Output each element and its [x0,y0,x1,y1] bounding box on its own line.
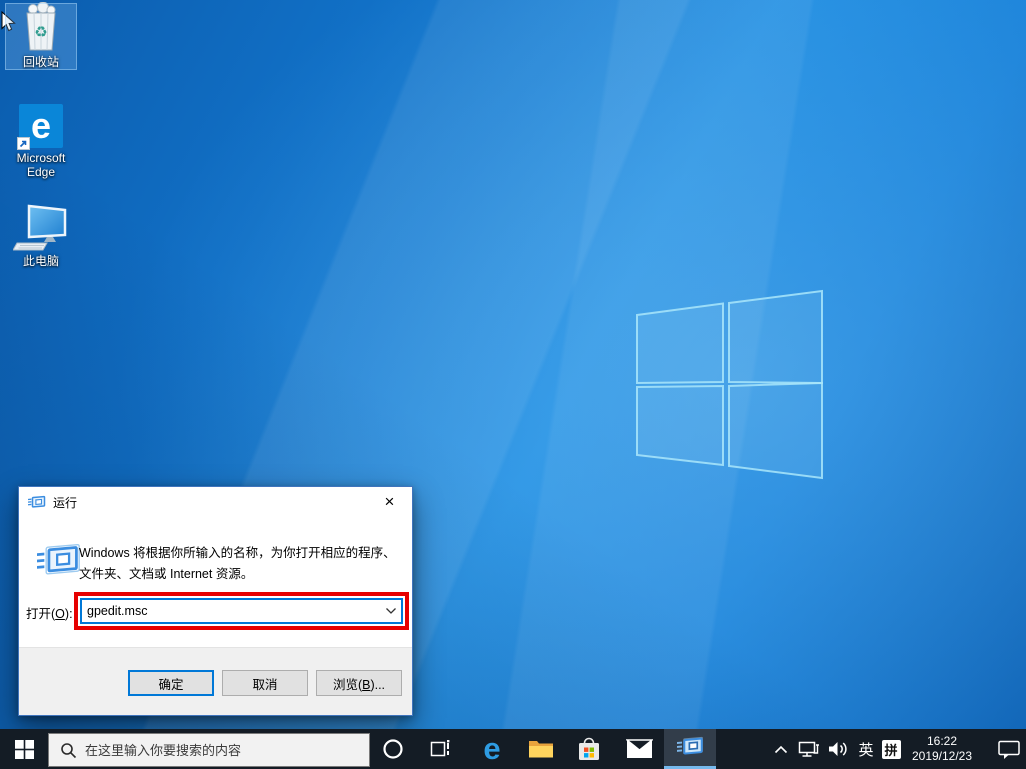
action-center-icon [997,739,1021,760]
edge-icon: e [483,732,500,766]
cortana-icon [382,738,404,760]
search-input[interactable] [85,743,369,758]
clock-date: 2019/12/23 [896,749,988,764]
file-explorer-button[interactable] [519,729,563,769]
desktop-icon-label: Microsoft Edge [6,151,76,179]
edge-icon: e [6,100,76,148]
run-dialog: 运行 × Windows 将根据你所输入的名称，为你打开相应的程序、 文件夹、文… [18,486,413,716]
volume-button[interactable] [825,729,851,769]
cortana-button[interactable] [371,729,415,769]
ime-language-indicator[interactable]: 英 [854,729,878,769]
run-dialog-footer: 确定 取消 浏览(B)... [19,647,412,715]
open-field-label: 打开(O): [26,603,73,622]
desktop-icon-label: 回收站 [6,55,76,69]
desktop-wallpaper: ♻ 回收站 e Microsoft Edge [0,0,1026,729]
edge-taskbar-button[interactable]: e [470,729,514,769]
desktop-icon-this-pc[interactable]: 此电脑 [6,203,76,268]
svg-text:♻: ♻ [34,24,47,41]
network-ethernet-icon [798,740,820,758]
run-app-icon [28,495,46,510]
windows-logo-icon [15,740,34,759]
clock[interactable]: 16:22 2019/12/23 [896,729,988,769]
task-view-button[interactable] [419,729,463,769]
screen: ♻ 回收站 e Microsoft Edge [0,0,1026,769]
file-explorer-icon [528,738,554,760]
task-view-icon [430,739,452,759]
mail-button[interactable] [617,729,661,769]
run-command-combobox[interactable] [80,598,403,624]
close-icon[interactable]: × [367,487,412,516]
shortcut-arrow-icon [17,137,30,150]
run-taskbar-button-active[interactable] [664,729,716,769]
run-dialog-description: Windows 将根据你所输入的名称，为你打开相应的程序、 文件夹、文档或 In… [79,543,404,585]
microsoft-store-button[interactable] [567,729,611,769]
description-line-1: Windows 将根据你所输入的名称，为你打开相应的程序、 [79,543,404,564]
network-status-button[interactable] [796,729,822,769]
run-body-icon [37,542,81,580]
wallpaper-windows-logo-graphic [600,270,850,500]
run-dialog-title: 运行 [53,494,77,511]
microsoft-store-icon [577,736,601,762]
this-pc-icon [6,203,76,251]
mail-icon [626,739,653,759]
desktop-icon-microsoft-edge[interactable]: e Microsoft Edge [6,100,76,179]
ime-language-label: 英 [858,739,873,760]
tray-chevron-up-button[interactable] [769,729,793,769]
desktop-icon-recycle-bin[interactable]: ♻ 回收站 [6,4,76,69]
recycle-bin-icon: ♻ [6,4,76,52]
run-command-input[interactable] [82,604,381,618]
chevron-down-icon[interactable] [381,600,401,622]
taskbar: e [0,729,1026,769]
taskbar-search-box[interactable] [48,733,370,767]
chevron-up-icon [774,745,788,754]
cancel-button[interactable]: 取消 [222,670,308,696]
search-icon [60,742,77,759]
description-line-2: 文件夹、文档或 Internet 资源。 [79,564,404,585]
desktop-icon-label: 此电脑 [6,254,76,268]
start-button[interactable] [0,729,48,769]
speaker-icon [827,740,849,758]
browse-button[interactable]: 浏览(B)... [316,670,402,696]
action-center-button[interactable] [994,729,1024,769]
run-app-icon [677,736,704,759]
ok-button[interactable]: 确定 [128,670,214,696]
run-dialog-titlebar[interactable]: 运行 × [19,487,412,517]
clock-time: 16:22 [896,734,988,749]
